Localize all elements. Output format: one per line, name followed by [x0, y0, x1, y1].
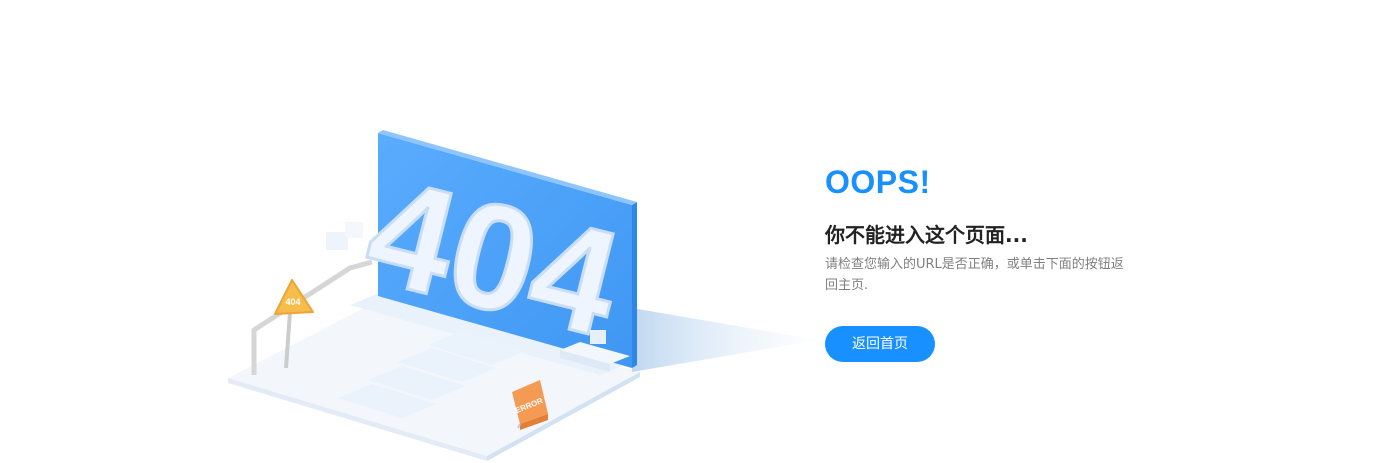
error-headline: 你不能进入这个页面...	[825, 223, 1028, 247]
error-404-page: 404 404 ERROR OOPS! 你不能进入这个页面... 请检查您输入的…	[0, 0, 1381, 463]
sign-text: 404	[285, 297, 300, 307]
screen-shadow	[632, 308, 818, 372]
error-info: OOPS! 你不能进入这个页面... 请检查您输入的URL是否正确，或单击下面的…	[825, 160, 1145, 362]
oops-title: OOPS!	[825, 164, 931, 200]
error-description: 请检查您输入的URL是否正确，或单击下面的按钮返回主页.	[825, 257, 1124, 293]
404-illustration: 404 404 ERROR	[228, 130, 818, 461]
return-home-button[interactable]: 返回首页	[825, 326, 935, 362]
